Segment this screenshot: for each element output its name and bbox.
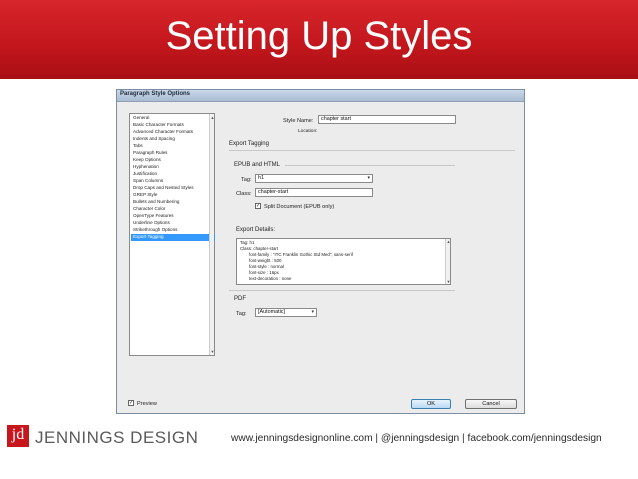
preview-label: Preview — [137, 401, 157, 407]
pdf-tag-label: Tag: — [236, 311, 247, 317]
ok-button[interactable]: OK — [411, 399, 451, 409]
class-label: Class: — [236, 191, 252, 197]
pdf-heading: PDF — [234, 296, 246, 302]
category-item-justification[interactable]: Justification — [131, 171, 215, 178]
pdf-tag-value: [Automatic] — [258, 309, 285, 315]
export-detail-line: Class: chapter-start — [240, 246, 279, 251]
section-title: Export Tagging — [229, 141, 269, 147]
export-detail-line: Tag: h1 — [240, 240, 255, 245]
section-divider — [229, 150, 515, 151]
category-item-tabs[interactable]: Tabs — [131, 143, 215, 150]
pdf-divider — [229, 290, 455, 291]
location-label: Location: — [298, 129, 318, 134]
category-item-opentype-features[interactable]: OpenType Features — [131, 213, 215, 220]
category-item-keep-options[interactable]: Keep Options — [131, 157, 215, 164]
details-scroll-down-icon[interactable]: ▼ — [446, 279, 450, 284]
export-details-box[interactable]: Tag: h1 Class: chapter-start font-family… — [236, 238, 451, 285]
export-detail-line: font-family : "ITC Franklin Gothic Std M… — [249, 252, 353, 257]
epub-divider — [285, 165, 455, 166]
dialog-title: Paragraph Style Options — [120, 91, 191, 97]
scroll-down-icon[interactable]: ▼ — [210, 349, 215, 354]
style-name-label: Style Name: — [283, 118, 314, 124]
category-item-general[interactable]: General — [131, 115, 215, 122]
pdf-tag-select[interactable]: [Automatic] ▾ — [255, 308, 317, 317]
category-item-indents-and-spacing[interactable]: Indents and Spacing — [131, 136, 215, 143]
footer-links: www.jenningsdesignonline.com | @jennings… — [231, 433, 602, 444]
export-detail-line: font-weight : 500 — [249, 258, 282, 263]
category-item-drop-caps[interactable]: Drop Caps and Nested Styles — [131, 185, 215, 192]
tag-dropdown-icon[interactable]: ▾ — [367, 175, 370, 182]
category-item-basic-character-formats[interactable]: Basic Character Formats — [131, 122, 215, 129]
split-document-checkbox[interactable]: ✓ — [255, 203, 261, 209]
category-item-paragraph-rules[interactable]: Paragraph Rules — [131, 150, 215, 157]
category-item-character-color[interactable]: Character Color — [131, 206, 215, 213]
category-item-grep-style[interactable]: GREP Style — [131, 192, 215, 199]
title-banner: Setting Up Styles — [0, 0, 638, 79]
tag-value: h1 — [258, 175, 264, 181]
scroll-up-icon[interactable]: ▲ — [210, 115, 215, 120]
slide-title: Setting Up Styles — [165, 14, 473, 58]
details-scroll-up-icon[interactable]: ▲ — [446, 239, 450, 244]
export-detail-line: text-decoration : none — [249, 276, 292, 281]
details-scrollbar[interactable]: ▲ ▼ — [445, 239, 450, 284]
cancel-button[interactable]: Cancel — [465, 399, 517, 409]
category-item-export-tagging[interactable]: Export Tagging — [131, 234, 215, 241]
category-scrollbar[interactable]: ▲ ▼ — [209, 114, 214, 355]
pdf-tag-dropdown-icon[interactable]: ▾ — [311, 309, 314, 316]
epub-html-heading: EPUB and HTML — [234, 162, 281, 168]
style-name-input[interactable]: chapter start — [318, 115, 456, 124]
tag-select[interactable]: h1 ▾ — [255, 174, 373, 183]
jennings-design-logo: jd — [7, 425, 29, 447]
export-details-label: Export Details: — [236, 227, 276, 233]
category-item-advanced-character-formats[interactable]: Advanced Character Formats — [131, 129, 215, 136]
company-name: JENNINGS DESIGN — [35, 428, 199, 447]
category-item-bullets-and-numbering[interactable]: Bullets and Numbering — [131, 199, 215, 206]
export-detail-line: font-size : 16px — [249, 270, 279, 275]
category-item-underline-options[interactable]: Underline Options — [131, 220, 215, 227]
split-document-label: Split Document (EPUB only) — [264, 204, 335, 210]
tag-label: Tag: — [241, 177, 252, 183]
dialog-titlebar[interactable]: Paragraph Style Options — [117, 90, 524, 102]
category-item-span-columns[interactable]: Span Columns — [131, 178, 215, 185]
category-list[interactable]: General Basic Character Formats Advanced… — [129, 113, 215, 356]
export-detail-line: font-style : normal — [249, 264, 284, 269]
paragraph-style-options-dialog: Paragraph Style Options General Basic Ch… — [116, 89, 525, 414]
category-item-strikethrough-options[interactable]: Strikethrough Options — [131, 227, 215, 234]
class-input[interactable]: chapter-start — [255, 188, 373, 197]
category-item-hyphenation[interactable]: Hyphenation — [131, 164, 215, 171]
preview-checkbox[interactable]: ✓ — [128, 400, 134, 406]
